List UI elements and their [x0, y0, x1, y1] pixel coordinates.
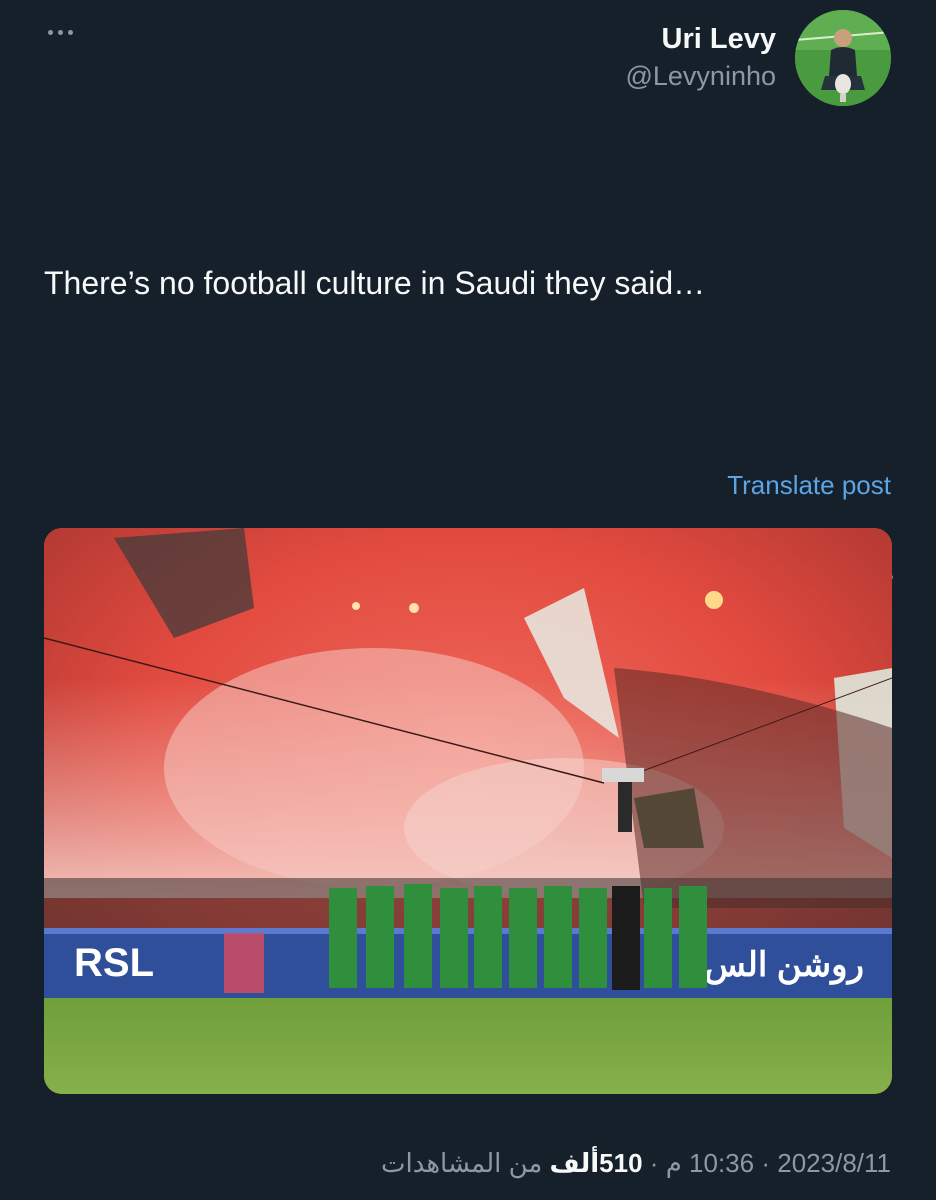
author-handle[interactable]: @Levyninho — [625, 58, 776, 94]
translate-post-link[interactable]: Translate post — [727, 470, 891, 501]
more-dot — [48, 30, 53, 35]
banner-text-right: روشن الس — [704, 946, 864, 985]
meta-separator: · — [649, 1148, 659, 1178]
banner-text-left: RSL — [74, 941, 154, 985]
author-block[interactable]: Uri Levy @Levyninho — [625, 20, 776, 94]
post-spacer — [44, 403, 904, 451]
views-label: من المشاهدات — [381, 1148, 543, 1178]
post-date[interactable]: 2023/8/11 — [777, 1148, 891, 1178]
more-dot — [58, 30, 63, 35]
views-count: 510 — [599, 1148, 643, 1178]
author-name[interactable]: Uri Levy — [625, 20, 776, 58]
post-line-1: There’s no football culture in Saudi the… — [44, 265, 706, 301]
views-unit: ألف — [549, 1148, 600, 1178]
avatar[interactable] — [795, 10, 891, 106]
more-dot — [68, 30, 73, 35]
more-options-icon[interactable] — [48, 30, 73, 35]
post-time[interactable]: 10:36 م — [666, 1148, 754, 1178]
post-metadata: 2023/8/11 · 10:36 م · 510ألف من المشاهدا… — [381, 1148, 891, 1179]
stadium-photo: RSL روشن الس — [44, 528, 892, 1094]
meta-separator: · — [761, 1148, 771, 1178]
post-media-image[interactable]: RSL روشن الس — [44, 528, 892, 1094]
avatar-photo — [795, 10, 891, 106]
